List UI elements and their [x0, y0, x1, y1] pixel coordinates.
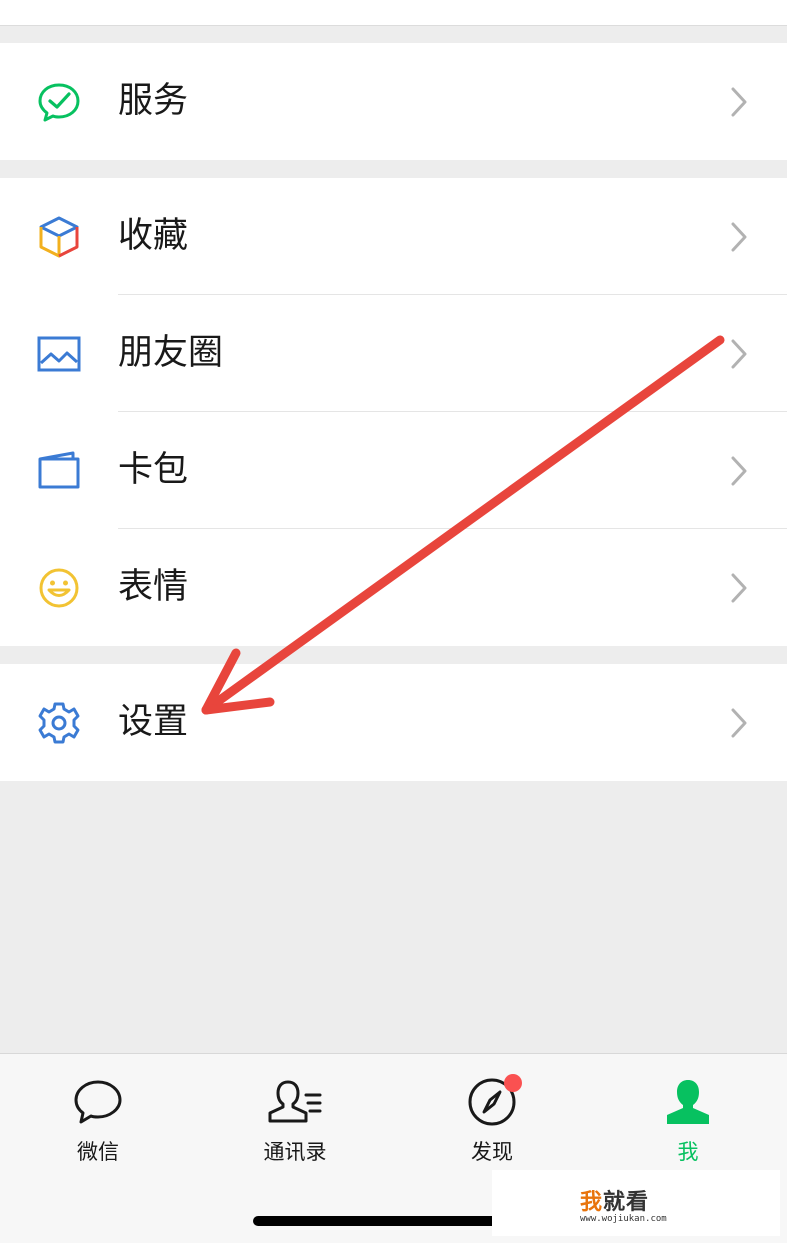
chevron-right-icon — [731, 456, 747, 486]
tab-label: 微信 — [77, 1140, 119, 1164]
tab-me[interactable]: 我 — [628, 1076, 748, 1176]
wechat-me-page: 服务 收藏 朋友圈 卡包 表情 设置 微信 通讯录 发现 我 我就看 www.w… — [0, 0, 787, 1243]
feature-group: 收藏 朋友圈 卡包 表情 — [0, 178, 787, 646]
tab-discover[interactable]: 发现 — [432, 1074, 552, 1176]
menu-item-cards[interactable]: 卡包 — [0, 412, 787, 529]
tab-label: 发现 — [471, 1140, 513, 1164]
gear-icon — [38, 702, 80, 744]
menu-item-stickers[interactable]: 表情 — [0, 529, 787, 646]
tab-label: 通讯录 — [263, 1140, 327, 1164]
tab-wechat[interactable]: 微信 — [38, 1076, 158, 1176]
settings-group: 设置 — [0, 664, 787, 781]
top-strip — [0, 0, 787, 26]
tab-contacts[interactable]: 通讯录 — [235, 1076, 355, 1176]
chat-bubble-icon — [74, 1080, 122, 1124]
contacts-icon — [268, 1080, 322, 1123]
person-icon — [667, 1080, 709, 1124]
menu-item-label: 卡包 — [118, 450, 189, 490]
menu-item-label: 服务 — [118, 81, 189, 121]
chevron-right-icon — [731, 87, 747, 117]
tab-label: 我 — [677, 1140, 699, 1164]
chevron-right-icon — [731, 708, 747, 738]
menu-item-settings[interactable]: 设置 — [0, 664, 787, 781]
favorites-cube-icon — [39, 216, 79, 258]
watermark-title: 我就看 — [580, 1184, 649, 1216]
menu-item-moments[interactable]: 朋友圈 — [0, 295, 787, 412]
watermark-url: www.wojiukan.com — [580, 1214, 667, 1224]
menu-item-favorites[interactable]: 收藏 — [0, 178, 787, 295]
service-icon — [38, 83, 80, 122]
menu-item-label: 设置 — [118, 702, 189, 742]
moments-photo-icon — [37, 336, 81, 372]
new-content-badge — [504, 1074, 522, 1092]
menu-item-label: 朋友圈 — [118, 333, 224, 373]
watermark: 我就看 www.wojiukan.com — [492, 1170, 780, 1236]
watermark-first-char: 我 — [580, 1190, 604, 1215]
card-wallet-icon — [38, 451, 80, 489]
chevron-right-icon — [731, 222, 747, 252]
menu-item-label: 表情 — [118, 567, 189, 607]
service-group: 服务 — [0, 43, 787, 160]
chevron-right-icon — [731, 339, 747, 369]
sticker-smile-icon — [39, 568, 79, 608]
menu-item-service[interactable]: 服务 — [0, 43, 787, 160]
chevron-right-icon — [731, 573, 747, 603]
watermark-rest: 就看 — [603, 1190, 650, 1215]
home-indicator — [253, 1216, 533, 1226]
menu-item-label: 收藏 — [118, 216, 189, 256]
